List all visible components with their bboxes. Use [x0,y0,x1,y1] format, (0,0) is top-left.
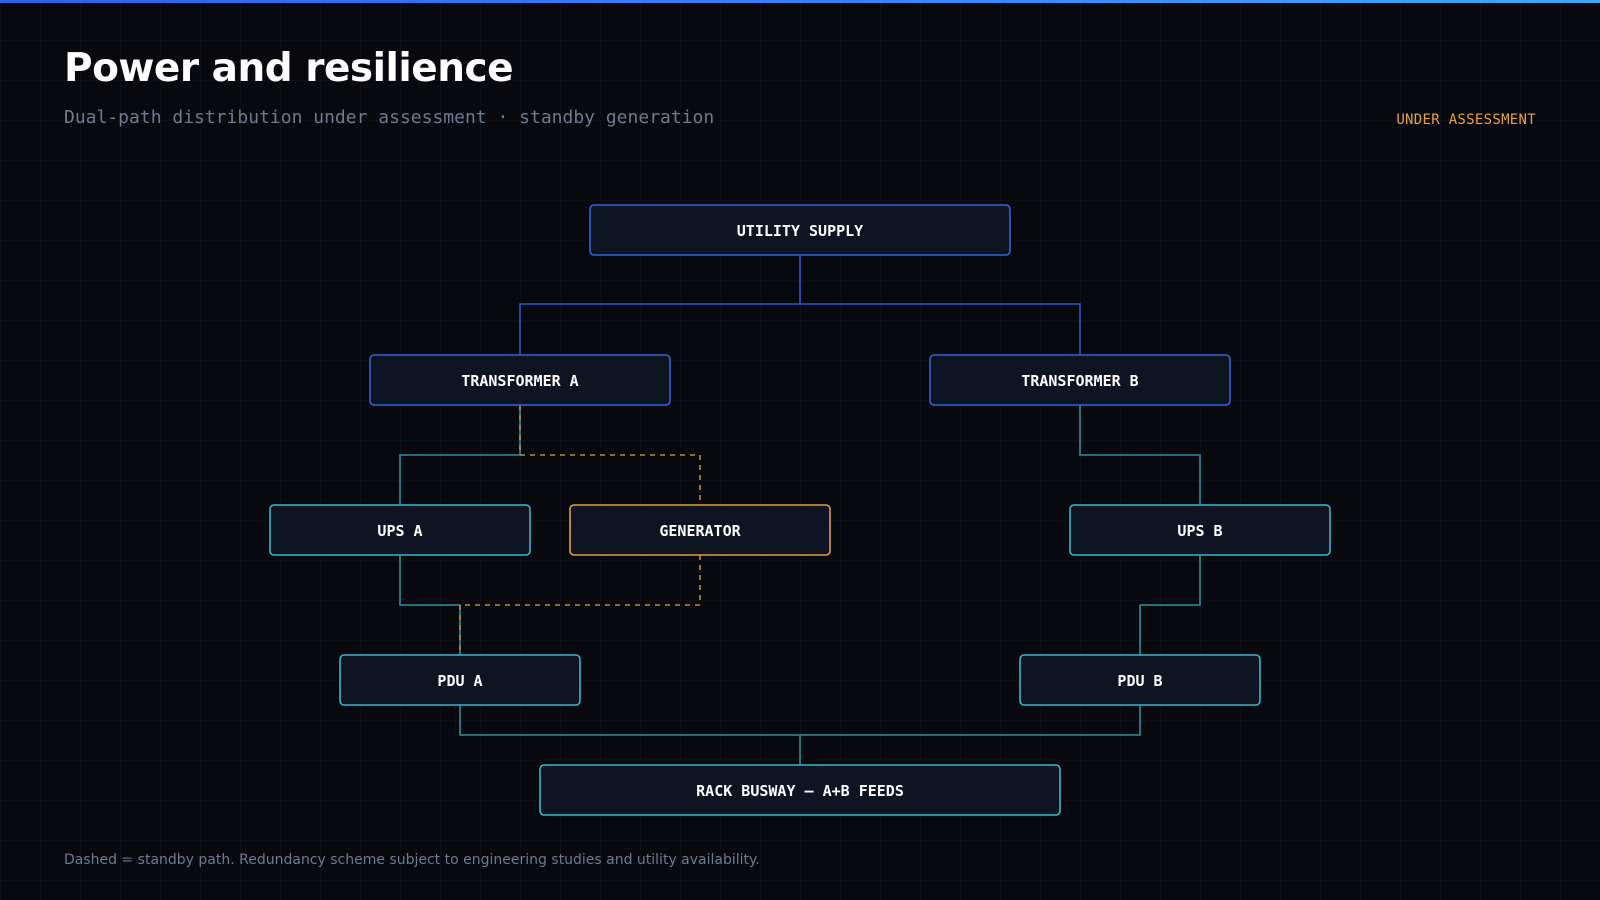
node-generator: GENERATOR [569,504,831,556]
node-ups-a-label: UPS A [377,522,422,540]
node-utility-supply-label: UTILITY SUPPLY [737,222,863,240]
node-ups-b: UPS B [1069,504,1331,556]
connector-utility-transformer-b [800,303,1081,355]
node-pdu-b: PDU B [1019,654,1261,706]
node-rack-busway: RACK BUSWAY — A+B FEEDS [539,764,1061,816]
node-ups-b-label: UPS B [1177,522,1222,540]
connector-transformer-a-ups-a [399,405,521,505]
footnote: Dashed = standby path. Redundancy scheme… [64,852,760,868]
standby-connector-transformer-a-generator [519,405,701,505]
connector-ups-a-pdu-a [399,555,461,655]
connector-ups-b-pdu-b [1139,555,1201,655]
connector-utility-transformer-a [519,255,801,355]
node-pdu-a-label: PDU A [437,672,482,690]
node-pdu-a: PDU A [339,654,581,706]
node-transformer-b: TRANSFORMER B [929,354,1231,406]
power-distribution-diagram: UTILITY SUPPLY TRANSFORMER A TRANSFORMER… [269,204,1331,816]
node-utility-supply: UTILITY SUPPLY [589,204,1011,256]
node-transformer-a: TRANSFORMER A [369,354,671,406]
node-transformer-b-label: TRANSFORMER B [1021,372,1138,390]
connector-pdu-a-pdu-b-busway [459,705,1141,736]
node-rack-busway-label: RACK BUSWAY — A+B FEEDS [696,782,904,800]
connector-transformer-b-ups-b [1079,405,1201,505]
node-pdu-b-label: PDU B [1117,672,1162,690]
node-ups-a: UPS A [269,504,531,556]
node-generator-label: GENERATOR [659,522,741,540]
node-transformer-a-label: TRANSFORMER A [461,372,578,390]
standby-connector-generator-pdu-a [459,555,701,655]
